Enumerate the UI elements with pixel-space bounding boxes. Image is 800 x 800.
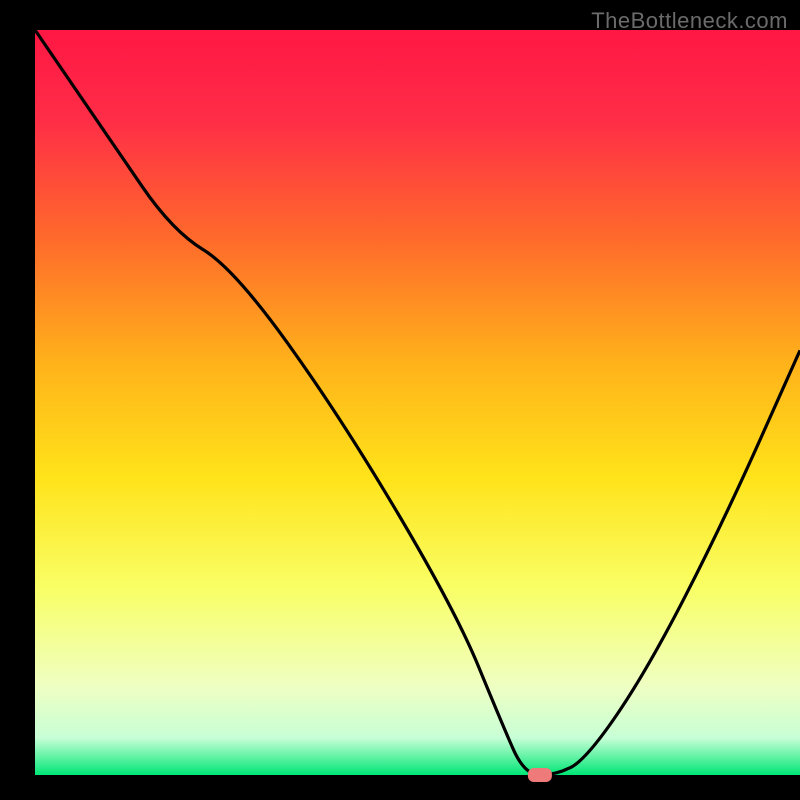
bottleneck-chart	[0, 0, 800, 800]
watermark-text: TheBottleneck.com	[591, 8, 788, 34]
chart-frame: TheBottleneck.com	[0, 0, 800, 800]
plot-background	[35, 30, 800, 775]
optimal-marker	[528, 768, 552, 782]
